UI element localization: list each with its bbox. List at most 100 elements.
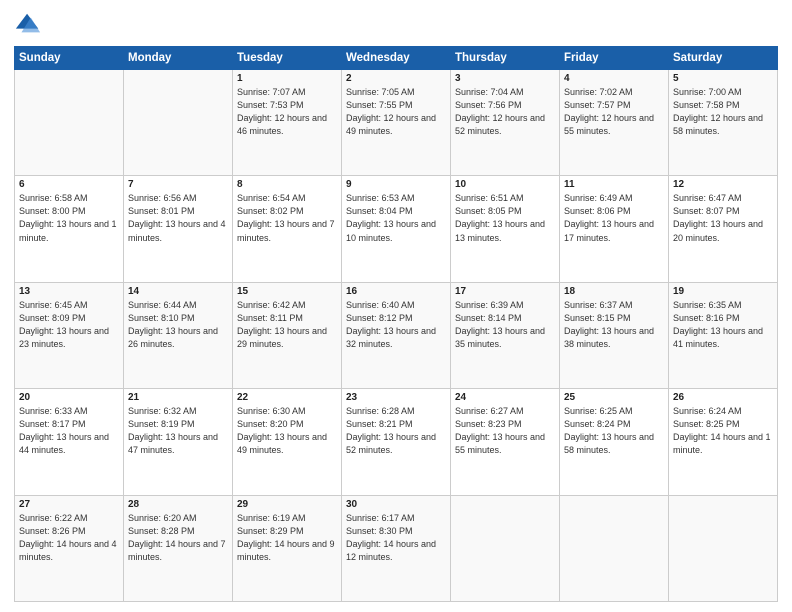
- day-number: 7: [128, 179, 228, 190]
- day-number: 6: [19, 179, 119, 190]
- day-number: 3: [455, 73, 555, 84]
- day-info: Sunrise: 6:47 AM Sunset: 8:07 PM Dayligh…: [673, 192, 773, 244]
- day-info: Sunrise: 6:56 AM Sunset: 8:01 PM Dayligh…: [128, 192, 228, 244]
- day-info: Sunrise: 7:05 AM Sunset: 7:55 PM Dayligh…: [346, 86, 446, 138]
- day-number: 21: [128, 392, 228, 403]
- day-cell: 12 Sunrise: 6:47 AM Sunset: 8:07 PM Dayli…: [669, 176, 778, 282]
- day-info: Sunrise: 6:30 AM Sunset: 8:20 PM Dayligh…: [237, 405, 337, 457]
- day-info: Sunrise: 7:04 AM Sunset: 7:56 PM Dayligh…: [455, 86, 555, 138]
- day-number: 27: [19, 499, 119, 510]
- day-cell: 11Sunrise: 6:49 AM Sunset: 8:06 PM Dayli…: [560, 176, 669, 282]
- day-info: Sunrise: 6:35 AM Sunset: 8:16 PM Dayligh…: [673, 299, 773, 351]
- day-cell: 29 Sunrise: 6:19 AM Sunset: 8:29 PM Dayli…: [233, 495, 342, 601]
- day-cell: 21Sunrise: 6:32 AM Sunset: 8:19 PM Dayli…: [124, 389, 233, 495]
- day-cell: 3 Sunrise: 7:04 AM Sunset: 7:56 PM Daylig…: [451, 70, 560, 176]
- day-cell: 1 Sunrise: 7:07 AM Sunset: 7:53 PM Daylig…: [233, 70, 342, 176]
- day-cell: 5 Sunrise: 7:00 AM Sunset: 7:58 PM Daylig…: [669, 70, 778, 176]
- day-number: 5: [673, 73, 773, 84]
- day-number: 30: [346, 499, 446, 510]
- day-header-tuesday: Tuesday: [233, 47, 342, 70]
- day-cell: 16 Sunrise: 6:40 AM Sunset: 8:12 PM Dayli…: [342, 282, 451, 388]
- day-cell: 2 Sunrise: 7:05 AM Sunset: 7:55 PM Daylig…: [342, 70, 451, 176]
- day-info: Sunrise: 6:37 AM Sunset: 8:15 PM Dayligh…: [564, 299, 664, 351]
- day-cell: 9 Sunrise: 6:53 AM Sunset: 8:04 PM Daylig…: [342, 176, 451, 282]
- day-number: 19: [673, 286, 773, 297]
- day-number: 24: [455, 392, 555, 403]
- day-number: 15: [237, 286, 337, 297]
- day-header-monday: Monday: [124, 47, 233, 70]
- day-cell: 26Sunrise: 6:24 AM Sunset: 8:25 PM Dayli…: [669, 389, 778, 495]
- day-info: Sunrise: 6:17 AM Sunset: 8:30 PM Dayligh…: [346, 512, 446, 564]
- header: [14, 10, 778, 38]
- day-cell: 30 Sunrise: 6:17 AM Sunset: 8:30 PM Dayli…: [342, 495, 451, 601]
- day-number: 2: [346, 73, 446, 84]
- week-row-4: 20 Sunrise: 6:33 AM Sunset: 8:17 PM Dayli…: [15, 389, 778, 495]
- day-cell: [451, 495, 560, 601]
- day-info: Sunrise: 7:07 AM Sunset: 7:53 PM Dayligh…: [237, 86, 337, 138]
- day-number: 23: [346, 392, 446, 403]
- day-info: Sunrise: 6:45 AM Sunset: 8:09 PM Dayligh…: [19, 299, 119, 351]
- day-cell: 28 Sunrise: 6:20 AM Sunset: 8:28 PM Dayli…: [124, 495, 233, 601]
- day-cell: 27 Sunrise: 6:22 AM Sunset: 8:26 PM Dayli…: [15, 495, 124, 601]
- day-cell: 23Sunrise: 6:28 AM Sunset: 8:21 PM Dayli…: [342, 389, 451, 495]
- day-info: Sunrise: 6:54 AM Sunset: 8:02 PM Dayligh…: [237, 192, 337, 244]
- day-number: 8: [237, 179, 337, 190]
- day-number: 4: [564, 73, 664, 84]
- day-number: 20: [19, 392, 119, 403]
- day-cell: 7 Sunrise: 6:56 AM Sunset: 8:01 PM Daylig…: [124, 176, 233, 282]
- day-info: Sunrise: 6:53 AM Sunset: 8:04 PM Dayligh…: [346, 192, 446, 244]
- day-header-sunday: Sunday: [15, 47, 124, 70]
- day-info: Sunrise: 6:44 AM Sunset: 8:10 PM Dayligh…: [128, 299, 228, 351]
- day-info: Sunrise: 6:39 AM Sunset: 8:14 PM Dayligh…: [455, 299, 555, 351]
- day-number: 25: [564, 392, 664, 403]
- day-header-wednesday: Wednesday: [342, 47, 451, 70]
- day-cell: 15Sunrise: 6:42 AM Sunset: 8:11 PM Dayli…: [233, 282, 342, 388]
- day-number: 28: [128, 499, 228, 510]
- day-info: Sunrise: 7:02 AM Sunset: 7:57 PM Dayligh…: [564, 86, 664, 138]
- day-number: 10: [455, 179, 555, 190]
- day-cell: 19 Sunrise: 6:35 AM Sunset: 8:16 PM Dayli…: [669, 282, 778, 388]
- logo: [14, 10, 46, 38]
- day-cell: [669, 495, 778, 601]
- day-cell: 8 Sunrise: 6:54 AM Sunset: 8:02 PM Daylig…: [233, 176, 342, 282]
- day-info: Sunrise: 6:58 AM Sunset: 8:00 PM Dayligh…: [19, 192, 119, 244]
- day-cell: 25 Sunrise: 6:25 AM Sunset: 8:24 PM Dayli…: [560, 389, 669, 495]
- day-info: Sunrise: 6:33 AM Sunset: 8:17 PM Dayligh…: [19, 405, 119, 457]
- main-container: SundayMondayTuesdayWednesdayThursdayFrid…: [0, 0, 792, 612]
- day-info: Sunrise: 6:27 AM Sunset: 8:23 PM Dayligh…: [455, 405, 555, 457]
- week-row-1: 1 Sunrise: 7:07 AM Sunset: 7:53 PM Daylig…: [15, 70, 778, 176]
- day-info: Sunrise: 6:40 AM Sunset: 8:12 PM Dayligh…: [346, 299, 446, 351]
- day-info: Sunrise: 6:19 AM Sunset: 8:29 PM Dayligh…: [237, 512, 337, 564]
- day-number: 13: [19, 286, 119, 297]
- day-info: Sunrise: 6:20 AM Sunset: 8:28 PM Dayligh…: [128, 512, 228, 564]
- day-number: 12: [673, 179, 773, 190]
- day-info: Sunrise: 6:51 AM Sunset: 8:05 PM Dayligh…: [455, 192, 555, 244]
- day-info: Sunrise: 6:25 AM Sunset: 8:24 PM Dayligh…: [564, 405, 664, 457]
- day-number: 11: [564, 179, 664, 190]
- day-cell: 14Sunrise: 6:44 AM Sunset: 8:10 PM Dayli…: [124, 282, 233, 388]
- day-cell: 13 Sunrise: 6:45 AM Sunset: 8:09 PM Dayli…: [15, 282, 124, 388]
- calendar-table: SundayMondayTuesdayWednesdayThursdayFrid…: [14, 46, 778, 602]
- day-header-thursday: Thursday: [451, 47, 560, 70]
- day-cell: 22 Sunrise: 6:30 AM Sunset: 8:20 PM Dayli…: [233, 389, 342, 495]
- day-info: Sunrise: 6:22 AM Sunset: 8:26 PM Dayligh…: [19, 512, 119, 564]
- day-info: Sunrise: 7:00 AM Sunset: 7:58 PM Dayligh…: [673, 86, 773, 138]
- header-row: SundayMondayTuesdayWednesdayThursdayFrid…: [15, 47, 778, 70]
- day-cell: 6 Sunrise: 6:58 AM Sunset: 8:00 PM Daylig…: [15, 176, 124, 282]
- day-number: 29: [237, 499, 337, 510]
- day-number: 1: [237, 73, 337, 84]
- week-row-2: 6 Sunrise: 6:58 AM Sunset: 8:00 PM Daylig…: [15, 176, 778, 282]
- day-number: 22: [237, 392, 337, 403]
- day-number: 16: [346, 286, 446, 297]
- day-number: 17: [455, 286, 555, 297]
- day-cell: 18 Sunrise: 6:37 AM Sunset: 8:15 PM Dayli…: [560, 282, 669, 388]
- day-cell: [15, 70, 124, 176]
- week-row-5: 27 Sunrise: 6:22 AM Sunset: 8:26 PM Dayli…: [15, 495, 778, 601]
- day-number: 9: [346, 179, 446, 190]
- day-cell: 20 Sunrise: 6:33 AM Sunset: 8:17 PM Dayli…: [15, 389, 124, 495]
- day-number: 18: [564, 286, 664, 297]
- week-row-3: 13 Sunrise: 6:45 AM Sunset: 8:09 PM Dayli…: [15, 282, 778, 388]
- day-cell: 4 Sunrise: 7:02 AM Sunset: 7:57 PM Daylig…: [560, 70, 669, 176]
- day-header-friday: Friday: [560, 47, 669, 70]
- day-cell: 24 Sunrise: 6:27 AM Sunset: 8:23 PM Dayli…: [451, 389, 560, 495]
